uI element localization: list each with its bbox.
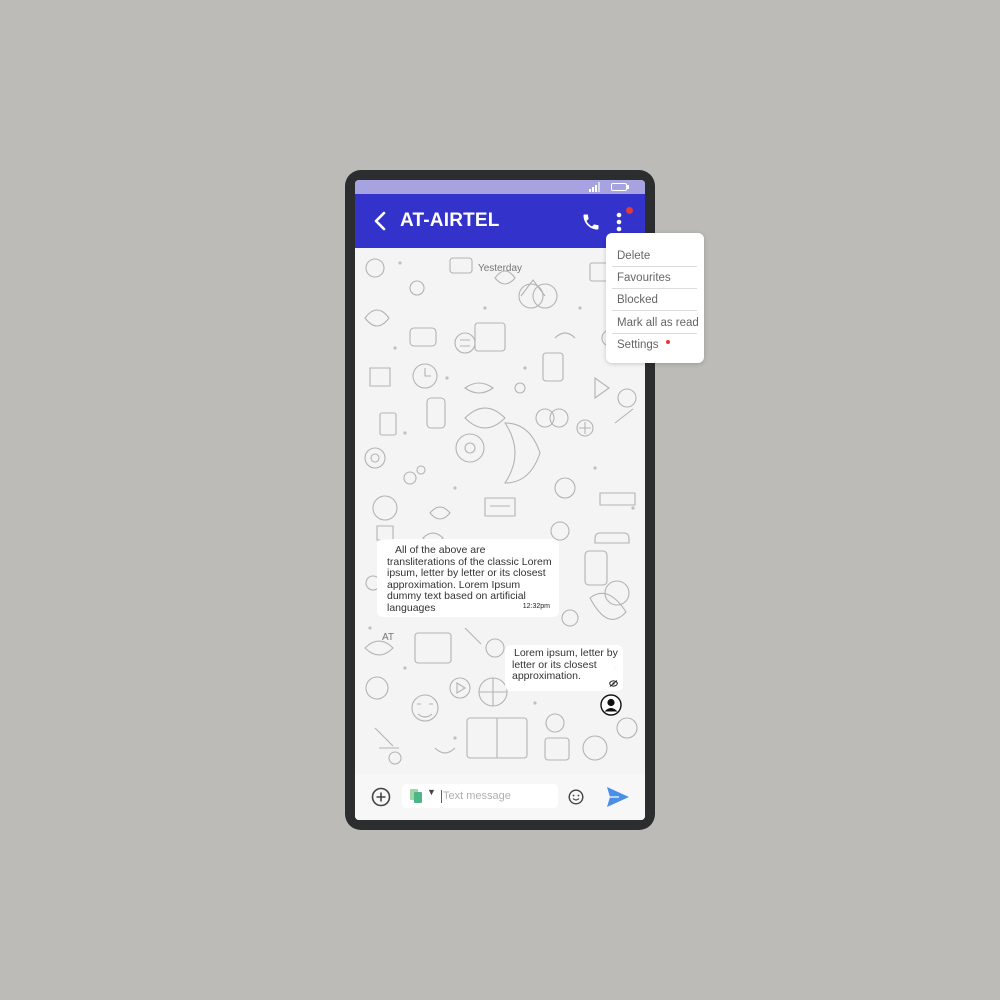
chevron-down-icon[interactable]: ▼ — [427, 787, 436, 797]
message-time: 12:32pm — [522, 602, 550, 610]
chat-title: AT-AIRTEL — [400, 210, 500, 231]
add-circle-icon[interactable] — [371, 787, 391, 807]
message-input-container: ▼ — [402, 784, 558, 808]
phone-icon[interactable] — [581, 212, 601, 232]
outgoing-message-bubble[interactable]: Lorem ipsum, letter by letter or its clo… — [505, 645, 623, 691]
text-cursor — [441, 790, 442, 803]
menu-item-delete[interactable]: Delete — [612, 245, 697, 267]
user-avatar-icon[interactable] — [600, 694, 622, 716]
menu-item-favourites[interactable]: Favourites — [612, 267, 697, 289]
more-vertical-icon[interactable] — [615, 211, 623, 233]
overflow-menu: Delete Favourites Blocked Mark all as re… — [606, 233, 704, 363]
composer-bar: ▼ — [355, 774, 645, 820]
sender-label: AT — [382, 632, 395, 643]
chat-area[interactable]: Yesterday All of the above are translite… — [355, 248, 645, 774]
app-bar: AT-AIRTEL — [355, 194, 645, 248]
notification-dot — [626, 207, 633, 214]
emoji-icon[interactable] — [568, 789, 584, 805]
battery-icon — [611, 183, 629, 191]
date-label: Yesterday — [477, 263, 523, 274]
sim-card-icon[interactable] — [409, 788, 423, 804]
message-text: Lorem ipsum, letter by letter or its clo… — [512, 647, 618, 682]
send-icon[interactable] — [606, 786, 630, 808]
menu-item-settings[interactable]: Settings — [612, 334, 697, 356]
phone-screen: AT-AIRTEL Yesterday All of the above are… — [355, 180, 645, 820]
message-input[interactable] — [443, 787, 553, 805]
chevron-left-icon[interactable] — [373, 211, 387, 231]
settings-notification-dot — [666, 340, 670, 344]
status-bar — [355, 180, 645, 194]
menu-item-label: Settings — [617, 339, 659, 351]
signal-icon — [589, 182, 600, 192]
incoming-message-bubble[interactable]: All of the above are transliterations of… — [377, 539, 559, 617]
seen-icon — [609, 680, 618, 687]
menu-item-blocked[interactable]: Blocked — [612, 289, 697, 311]
menu-item-mark-all-as-read[interactable]: Mark all as read — [612, 312, 699, 334]
